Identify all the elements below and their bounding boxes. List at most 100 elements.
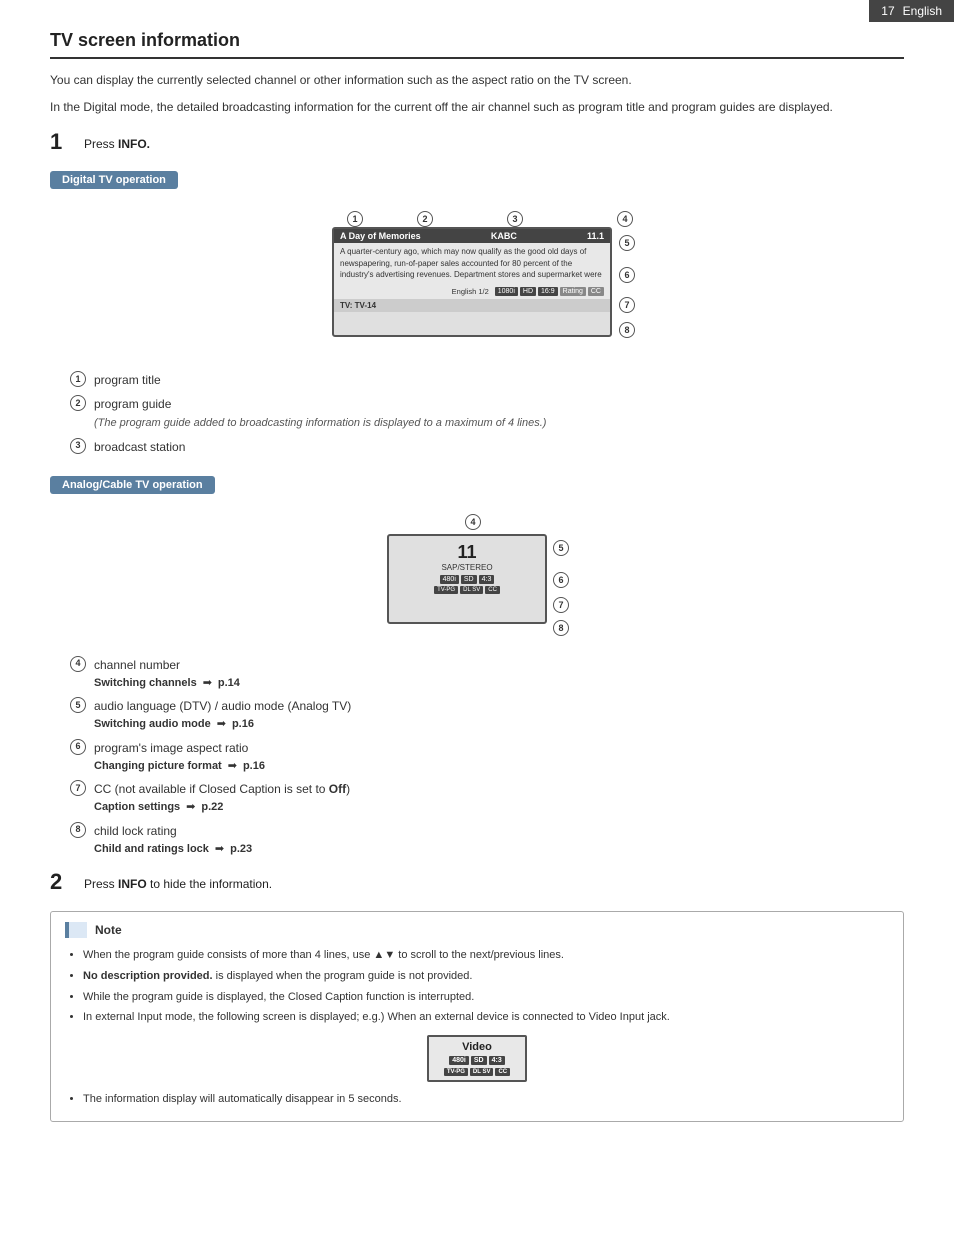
note-bullets-list: When the program guide consists of more … [83, 946, 889, 1027]
video-badge-dlsv: DL SV [470, 1068, 494, 1076]
callout-6-digital: 6 [619, 267, 635, 283]
callout-6-analog: 6 [553, 572, 569, 588]
step-1-prefix: Press [84, 137, 118, 151]
analog-badge-cc: CC [485, 586, 500, 594]
note-header: Note [65, 922, 889, 938]
note-bullet-4: In external Input mode, the following sc… [83, 1008, 889, 1027]
ann-4-ref-label: Switching channels [94, 675, 197, 692]
step-1-text: Press INFO. [84, 131, 150, 151]
callout-7-digital: 7 [619, 297, 635, 313]
circle-7: 7 [70, 780, 86, 796]
analog-badge-43: 4:3 [479, 575, 495, 584]
digital-footer: TV: TV-14 [334, 299, 610, 312]
analog-badge-sd: SD [461, 575, 477, 584]
digital-channel: 11.1 [587, 231, 604, 241]
ann-3-text: broadcast station [94, 438, 185, 456]
circle-5: 5 [70, 697, 86, 713]
badge-rating: Rating [560, 287, 586, 296]
step-2-number: 2 [50, 871, 74, 893]
video-badge-480i: 480i [449, 1056, 469, 1065]
video-footer-badges: TV-PG DL SV CC [437, 1068, 517, 1076]
ann-6-arrow: ➡ [228, 758, 237, 775]
note-box: Note When the program guide consists of … [50, 911, 904, 1121]
step-2-bold: INFO [118, 877, 147, 891]
step-1: 1 Press INFO. [50, 131, 904, 153]
step-2-text: Press INFO to hide the information. [84, 871, 272, 891]
callout-4-digital: 4 [617, 211, 633, 227]
ann-6-text: program's image aspect ratio [94, 739, 248, 757]
video-badges-row: 480i SD 4:3 [437, 1056, 517, 1065]
step-1-bold: INFO. [118, 137, 150, 151]
ann-5-ref-page: p.16 [232, 716, 254, 733]
video-label: Video [437, 1041, 517, 1053]
annotation-6: 6 program's image aspect ratio Changing … [70, 739, 904, 775]
badge-169: 16:9 [538, 287, 558, 296]
circle-1: 1 [70, 371, 86, 387]
video-badge-cc: CC [495, 1068, 510, 1076]
note-label: Note [95, 923, 122, 937]
page-language: English [903, 4, 942, 18]
video-inset: Video 480i SD 4:3 TV-PG DL SV CC [65, 1035, 889, 1082]
digital-program-title: A Day of Memories [340, 231, 421, 241]
analog-badge-tvpg: TV-PG [434, 586, 458, 594]
step-2-prefix: Press [84, 877, 118, 891]
annotation-5: 5 audio language (DTV) / audio mode (Ana… [70, 697, 904, 733]
callout-4-analog: 4 [465, 514, 481, 530]
circle-8: 8 [70, 822, 86, 838]
note-bullet-2: No description provided. is displayed wh… [83, 967, 889, 986]
callout-7-analog: 7 [553, 597, 569, 613]
note-last-bullet-list: The information display will automatical… [83, 1090, 889, 1109]
digital-op-label: Digital TV operation [50, 171, 178, 189]
video-box: Video 480i SD 4:3 TV-PG DL SV CC [427, 1035, 527, 1082]
step-1-number: 1 [50, 131, 74, 153]
shared-annotations: 4 channel number Switching channels ➡ p.… [70, 656, 904, 858]
ann-7-arrow: ➡ [186, 799, 195, 816]
video-badge-tvpg: TV-PG [444, 1068, 468, 1076]
callout-3: 3 [507, 211, 523, 227]
analog-badge-480i: 480i [440, 575, 459, 584]
ann-8-text: child lock rating [94, 822, 177, 840]
ann-8-arrow: ➡ [215, 841, 224, 858]
ann-2-sub: (The program guide added to broadcasting… [94, 415, 546, 432]
ann-5-ref-label: Switching audio mode [94, 716, 211, 733]
callout-8-digital: 8 [619, 322, 635, 338]
note-last-bullet: The information display will automatical… [83, 1090, 889, 1109]
video-badge-sd: SD [471, 1056, 487, 1065]
callout-8-analog: 8 [553, 620, 569, 636]
page-title: TV screen information [50, 30, 904, 59]
ann-1-text: program title [94, 371, 161, 389]
analog-badge-dlsv: DL SV [460, 586, 483, 594]
badge-1080i: 1080i [495, 287, 518, 296]
circle-3: 3 [70, 438, 86, 454]
ann-5-text: audio language (DTV) / audio mode (Analo… [94, 697, 351, 715]
video-badge-43: 4:3 [489, 1056, 505, 1065]
ann-5-arrow: ➡ [217, 716, 226, 733]
callout-5-analog: 5 [553, 540, 569, 556]
analog-tv-diagram: 4 11 SAP/STEREO 480i SD 4:3 TV-PG DL SV … [50, 512, 904, 642]
badge-hd: HD [520, 287, 536, 296]
digital-description: A quarter-century ago, which may now qua… [340, 246, 604, 284]
annotation-3: 3 broadcast station [70, 438, 904, 456]
ann-6-ref-page: p.16 [243, 758, 265, 775]
step-2-suffix: to hide the information. [147, 877, 272, 891]
note-icon [65, 922, 87, 938]
callout-1: 1 [347, 211, 363, 227]
ann-7-text: CC (not available if Closed Caption is s… [94, 780, 350, 798]
circle-2: 2 [70, 395, 86, 411]
analog-op-label: Analog/Cable TV operation [50, 476, 215, 494]
note-bullet-3: While the program guide is displayed, th… [83, 988, 889, 1007]
annotation-1: 1 program title [70, 371, 904, 389]
ann-4-ref-page: p.14 [218, 675, 240, 692]
note-bullet-1: When the program guide consists of more … [83, 946, 889, 965]
callout-5-digital: 5 [619, 235, 635, 251]
ann-8-ref-page: p.23 [230, 841, 252, 858]
ann-7-ref-page: p.22 [201, 799, 223, 816]
step-2: 2 Press INFO to hide the information. [50, 871, 904, 893]
annotation-8: 8 child lock rating Child and ratings lo… [70, 822, 904, 858]
annotation-2: 2 program guide (The program guide added… [70, 395, 904, 432]
annotation-4: 4 channel number Switching channels ➡ p.… [70, 656, 904, 692]
ann-4-text: channel number [94, 656, 180, 674]
ann-8-ref-label: Child and ratings lock [94, 841, 209, 858]
circle-4: 4 [70, 656, 86, 672]
ann-7-ref-label: Caption settings [94, 799, 180, 816]
